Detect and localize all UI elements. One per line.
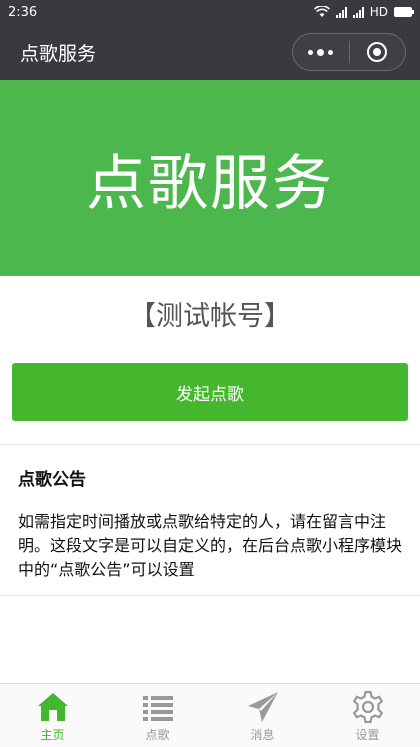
tab-settings[interactable]: 设置 xyxy=(315,684,420,747)
status-icons: HD xyxy=(313,5,414,19)
tab-songs-label: 点歌 xyxy=(145,728,170,742)
notice-title: 点歌公告 xyxy=(18,470,86,490)
tab-bar: 主页 点歌 消息 设置 xyxy=(0,683,420,747)
tab-home-label: 主页 xyxy=(40,728,65,742)
notice-text: 如需指定时间播放或点歌给特定的人，请在留言中注明。这段文字是可以自定义的，在后台… xyxy=(18,512,403,579)
banner: 点歌服务 xyxy=(0,80,420,276)
start-request-button[interactable]: 发起点歌 xyxy=(12,363,408,421)
tab-messages[interactable]: 消息 xyxy=(210,684,315,747)
signal-icon xyxy=(335,6,347,18)
list-icon xyxy=(142,696,173,721)
tab-home[interactable]: 主页 xyxy=(0,684,105,747)
close-target-icon xyxy=(367,42,388,62)
more-button[interactable] xyxy=(293,34,349,70)
gear-icon xyxy=(352,690,383,724)
tab-settings-label: 设置 xyxy=(355,728,380,742)
mini-program-capsule xyxy=(292,33,406,71)
network-label: HD xyxy=(369,5,388,19)
tab-messages-label: 消息 xyxy=(250,728,275,742)
status-time: 2:36 xyxy=(8,4,38,20)
close-button[interactable] xyxy=(350,34,406,70)
more-dots-icon xyxy=(308,48,334,56)
wifi-icon xyxy=(313,6,330,17)
nav-bar: 点歌服务 xyxy=(0,24,420,80)
battery-icon xyxy=(394,7,414,17)
account-label: 【测试帐号】 xyxy=(129,300,291,332)
tab-songs[interactable]: 点歌 xyxy=(105,684,210,747)
signal-icon-2 xyxy=(352,6,364,18)
banner-title: 点歌服务 xyxy=(86,148,334,219)
home-icon xyxy=(37,693,68,721)
paper-plane-icon xyxy=(247,692,278,722)
notice-section: 点歌公告 如需指定时间播放或点歌给特定的人，请在留言中注明。这段文字是可以自定义… xyxy=(0,444,420,596)
page-title: 点歌服务 xyxy=(20,42,97,65)
status-bar: 2:36 HD xyxy=(0,0,420,24)
